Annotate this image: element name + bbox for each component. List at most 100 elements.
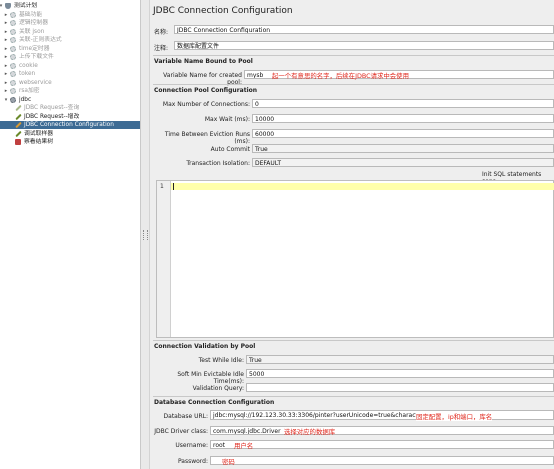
tree-item-label: 逻辑控制器: [19, 20, 48, 26]
gear-icon: [10, 96, 16, 103]
pen-icon: [15, 113, 22, 120]
username-field[interactable]: root: [210, 440, 554, 449]
expand-toggle-icon[interactable]: ▸: [3, 11, 9, 19]
line-number: 1: [160, 183, 164, 190]
gear-icon: [10, 11, 16, 18]
tree-item-label: 关联 json: [19, 28, 45, 35]
tree-item[interactable]: 察看结果树: [0, 138, 140, 146]
tree-item-label: 察看结果树: [24, 139, 53, 145]
password-label: Password:: [177, 458, 208, 465]
expand-toggle-icon[interactable]: ▸: [3, 19, 9, 27]
gear-icon: [10, 54, 16, 60]
tree-item-label: JDBC Request--查询: [24, 105, 80, 111]
tree-item[interactable]: ▸ token: [0, 70, 140, 78]
tree-item[interactable]: ▸ 关联 json: [0, 28, 140, 36]
tree-item[interactable]: ▸ time定时器: [0, 45, 140, 53]
db-section-title: Database Connection Configuration: [154, 399, 275, 406]
expand-toggle-icon[interactable]: ▸: [3, 62, 9, 70]
expand-toggle-icon[interactable]: ▸: [3, 53, 9, 61]
tree-item[interactable]: ▸ rsa加密: [0, 87, 140, 95]
gear-icon: [10, 45, 16, 52]
gear-icon: [10, 37, 16, 43]
expand-toggle-icon[interactable]: ▸: [3, 36, 9, 44]
test-plan-tree[interactable]: ▾ 测试计划 ▸ 基础功能 ▸ 逻辑控制器 ▸ 关联 json ▸ 关联-正则表达式 ▸ time定时…: [0, 0, 141, 469]
tree-item-label: 上传下载文件: [19, 54, 54, 60]
gear-icon: [10, 62, 16, 69]
gear-icon: [10, 88, 16, 94]
tree-item[interactable]: JDBC Request--查询: [0, 104, 140, 112]
driver-class-select[interactable]: com.mysql.jdbc.Driver: [210, 426, 554, 435]
panel-title: JDBC Connection Configuration: [153, 6, 293, 16]
expand-toggle-icon[interactable]: ▸: [3, 87, 9, 95]
pen-icon: [15, 130, 22, 137]
gear-icon: [10, 79, 16, 86]
tree-item-label: cookie: [19, 62, 38, 69]
jdbc-config-panel: JDBC Connection Configuration 名称: JDBC C…: [150, 0, 554, 469]
comment-label: 注释:: [154, 45, 169, 52]
collapse-toggle-icon[interactable]: ▾: [3, 96, 9, 104]
username-label: Username:: [175, 442, 208, 449]
db-url-label: Database URL:: [163, 413, 208, 420]
tree-item[interactable]: ▸ cookie: [0, 62, 140, 70]
tree-item[interactable]: ▾ 测试计划: [0, 2, 140, 10]
tree-item[interactable]: ▸ 关联-正则表达式: [0, 36, 140, 44]
max-wait-field[interactable]: 10000: [252, 114, 554, 123]
db-url-annotation: 固定配置，ip和端口，库名: [416, 412, 493, 421]
tree-item-label: webservice: [19, 79, 52, 86]
transaction-isolation-select[interactable]: DEFAULT: [252, 158, 554, 167]
username-annotation: 用户名: [234, 442, 254, 450]
tree-item-label: 基础功能: [19, 11, 43, 18]
tree-item[interactable]: ▾ jdbc: [0, 96, 140, 104]
section-divider: [153, 340, 554, 341]
driver-class-label: JDBC Driver class:: [154, 428, 208, 435]
tree-item-label: rsa加密: [19, 88, 40, 94]
auto-commit-label: Auto Commit: [210, 146, 250, 153]
tree-item[interactable]: ▸ 基础功能: [0, 11, 140, 19]
validation-query-field[interactable]: [246, 383, 554, 392]
auto-commit-select[interactable]: True: [252, 144, 554, 153]
max-wait-label: Max Wait (ms):: [204, 116, 250, 123]
tree-item-label: time定时器: [19, 45, 50, 52]
tree-item[interactable]: ▸ webservice: [0, 79, 140, 87]
soft-min-idle-field[interactable]: 5000: [246, 369, 554, 378]
tree-item[interactable]: JDBC Connection Configuration: [0, 121, 140, 129]
tree-item[interactable]: JDBC Request--增改: [0, 113, 140, 121]
flask-icon: [5, 3, 11, 9]
line-number-gutter: 1: [157, 181, 171, 337]
eviction-runs-label: Time Between Eviction Runs (ms):: [164, 131, 250, 145]
listener-icon: [15, 139, 21, 145]
expand-toggle-icon[interactable]: ▸: [3, 28, 9, 36]
tree-item-label: jdbc: [19, 96, 32, 103]
max-connections-field[interactable]: 0: [252, 99, 554, 108]
password-annotation: 密码: [222, 458, 235, 466]
tree-item-label: JDBC Request--增改: [24, 113, 80, 120]
gear-icon: [10, 28, 16, 35]
wrench-icon: [15, 121, 22, 129]
name-field[interactable]: JDBC Connection Configuration: [174, 25, 554, 34]
password-field[interactable]: [210, 456, 554, 465]
eviction-runs-field[interactable]: 60000: [252, 129, 554, 138]
transaction-isolation-label: Transaction Isolation:: [186, 160, 250, 167]
test-while-idle-label: Test While Idle:: [198, 357, 244, 364]
comment-field[interactable]: 数据库配置文件: [174, 41, 554, 50]
db-url-field[interactable]: jdbc:mysql://192.123.30.33:3306/pinter?u…: [210, 410, 554, 420]
tree-item-label: token: [19, 71, 36, 77]
driver-class-annotation: 选择对应的数据库: [284, 428, 336, 436]
expand-toggle-icon[interactable]: ▸: [3, 79, 9, 87]
collapse-toggle-icon[interactable]: ▾: [0, 2, 4, 10]
test-while-idle-select[interactable]: True: [246, 355, 554, 364]
var-section-title: Variable Name Bound to Pool: [154, 58, 253, 65]
tree-item-label: 关联-正则表达式: [19, 37, 62, 43]
splitter-grip[interactable]: [143, 230, 148, 240]
soft-min-idle-label: Soft Min Evictable Idle Time(ms):: [177, 371, 244, 385]
var-name-annotation: 起一个有意思的名字，后续在JDBC请求中会使用: [272, 72, 409, 80]
init-sql-editor[interactable]: 1: [156, 180, 554, 338]
validation-query-label: Validation Query:: [192, 385, 244, 392]
section-divider: [153, 396, 554, 397]
expand-toggle-icon[interactable]: ▸: [3, 70, 9, 78]
tree-item[interactable]: 调试取样器: [0, 130, 140, 138]
tree-item[interactable]: ▸ 上传下载文件: [0, 53, 140, 61]
tree-item-label: 调试取样器: [24, 130, 53, 137]
expand-toggle-icon[interactable]: ▸: [3, 45, 9, 53]
tree-item[interactable]: ▸ 逻辑控制器: [0, 19, 140, 27]
